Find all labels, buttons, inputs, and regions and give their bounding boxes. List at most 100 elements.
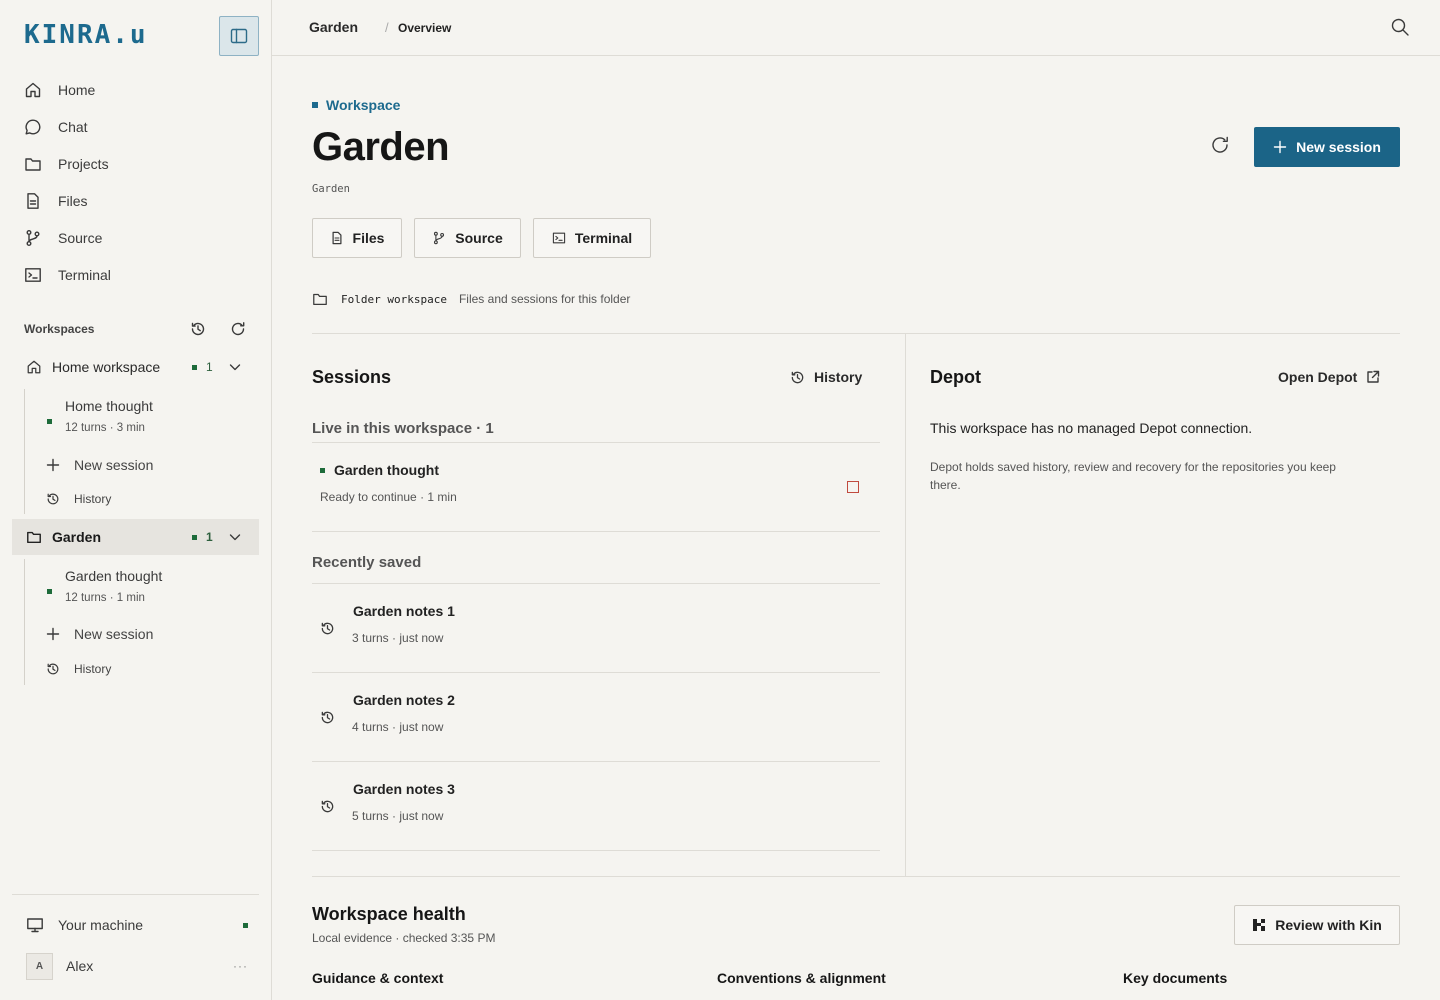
nav-item-projects[interactable]: Projects xyxy=(24,145,256,182)
live-count: 1 xyxy=(206,360,213,374)
nav-label: Chat xyxy=(58,118,88,135)
divider xyxy=(312,876,1400,877)
history-label: History xyxy=(814,369,863,385)
collapse-sidebar-button[interactable] xyxy=(219,16,259,56)
plus-icon xyxy=(1273,140,1296,154)
terminal-icon xyxy=(24,266,58,284)
history-icon xyxy=(46,492,60,506)
files-button[interactable]: Files xyxy=(312,218,402,258)
live-count: 1 xyxy=(206,530,213,544)
live-session-title-row: Garden thought xyxy=(320,462,439,478)
topbar: Garden / Overview xyxy=(272,0,1440,56)
live-indicator xyxy=(192,364,197,370)
refresh-icon[interactable] xyxy=(228,319,248,339)
history-icon xyxy=(46,662,60,676)
refresh-icon[interactable] xyxy=(1210,135,1234,159)
depot-description: Depot holds saved history, review and re… xyxy=(930,460,1336,492)
sidebar-new-session[interactable]: New session xyxy=(46,624,153,644)
file-icon xyxy=(24,192,58,210)
machine-status[interactable]: Your machine xyxy=(26,914,248,936)
chevron-down-icon[interactable] xyxy=(228,360,242,374)
source-button[interactable]: Source xyxy=(414,218,521,258)
nav-item-terminal[interactable]: Terminal xyxy=(24,256,256,293)
column-divider xyxy=(905,333,906,876)
new-session-button[interactable]: New session xyxy=(1254,127,1400,167)
sidebar-history[interactable]: History xyxy=(46,659,111,679)
nav-item-source[interactable]: Source xyxy=(24,219,256,256)
workspace-name: Home workspace xyxy=(52,359,161,375)
folder-icon xyxy=(24,155,58,173)
review-label: Review with Kin xyxy=(1275,917,1382,933)
breadcrumb-current: Overview xyxy=(398,21,452,35)
folder-icon xyxy=(312,291,328,307)
workspace-garden[interactable]: Garden 1 xyxy=(12,519,259,555)
nav-item-files[interactable]: Files xyxy=(24,182,256,219)
open-depot-link[interactable]: Open Depot xyxy=(1278,369,1380,385)
terminal-button[interactable]: Terminal xyxy=(533,218,651,258)
workspace-home[interactable]: Home workspace 1 xyxy=(12,349,259,385)
terminal-icon xyxy=(552,231,575,245)
saved-session-title: Garden notes 1 xyxy=(353,603,455,619)
user-name: Alex xyxy=(66,958,94,974)
session-meta: 12 turns · 3 min xyxy=(65,422,145,434)
live-heading: Live in this workspace · 1 xyxy=(312,420,494,437)
review-with-kin-button[interactable]: Review with Kin xyxy=(1234,905,1400,945)
more-options-icon[interactable]: ··· xyxy=(233,959,248,973)
stop-session-button[interactable] xyxy=(847,481,859,493)
saved-session-title: Garden notes 2 xyxy=(353,692,455,708)
sidebar-session-garden-thought[interactable]: Garden thought 12 turns · 1 min xyxy=(40,568,240,608)
health-title: Workspace health xyxy=(312,904,466,924)
plus-icon xyxy=(46,627,60,641)
machine-label: Your machine xyxy=(58,917,144,933)
history-label: History xyxy=(74,492,112,506)
saved-heading: Recently saved xyxy=(312,554,422,571)
breadcrumb-root[interactable]: Garden xyxy=(309,19,358,35)
workspaces-header: Workspaces xyxy=(24,318,248,340)
saved-session-row[interactable]: Garden notes 2 4 turns · just now xyxy=(312,673,880,762)
sidebar-new-session[interactable]: New session xyxy=(46,455,153,475)
online-indicator xyxy=(243,922,248,928)
sidebar: KINRA.u Home Chat Projects Files Source xyxy=(0,0,272,1000)
divider xyxy=(312,333,1400,334)
file-icon xyxy=(330,231,353,245)
search-icon[interactable] xyxy=(1390,17,1414,41)
history-icon xyxy=(320,710,335,725)
saved-session-meta: 4 turns · just now xyxy=(352,720,444,734)
saved-session-row[interactable]: Garden notes 1 3 turns · just now xyxy=(312,584,880,673)
nav-item-home[interactable]: Home xyxy=(24,71,256,108)
nav-label: Terminal xyxy=(58,266,111,283)
sessions-history-link[interactable]: History xyxy=(790,369,862,385)
kin-logo-icon xyxy=(1252,918,1275,932)
nav-label: Projects xyxy=(58,155,109,172)
tree-line xyxy=(24,559,25,685)
saved-session-row[interactable]: Garden notes 3 5 turns · just now xyxy=(312,762,880,851)
source-label: Source xyxy=(455,230,503,246)
health-subtitle: Local evidence · checked 3:35 PM xyxy=(312,931,496,945)
nav-item-chat[interactable]: Chat xyxy=(24,108,256,145)
folder-label: Folder workspace xyxy=(341,292,447,306)
session-meta: 12 turns · 1 min xyxy=(65,592,145,604)
history-icon xyxy=(320,621,335,636)
app-logo[interactable]: KINRA.u xyxy=(24,22,148,48)
history-icon xyxy=(320,799,335,814)
page-subtitle: Garden xyxy=(312,183,350,195)
avatar: A xyxy=(26,952,53,980)
session-title: Home thought xyxy=(65,398,153,414)
chevron-down-icon[interactable] xyxy=(228,530,242,544)
plus-icon xyxy=(46,458,60,472)
terminal-label: Terminal xyxy=(574,230,633,246)
divider xyxy=(312,442,880,443)
health-column-documents: Key documents xyxy=(1123,970,1228,986)
live-indicator xyxy=(192,534,197,540)
sidebar-divider xyxy=(12,894,259,895)
live-session-meta: Ready to continue · 1 min xyxy=(320,490,457,504)
main-nav: Home Chat Projects Files Source Terminal xyxy=(24,71,256,293)
monitor-icon xyxy=(26,916,44,934)
home-icon xyxy=(26,359,42,375)
user-menu[interactable]: A Alex ··· xyxy=(26,952,248,980)
history-icon[interactable] xyxy=(188,319,208,339)
live-session-garden-thought[interactable]: Garden thought Ready to continue · 1 min xyxy=(312,450,880,532)
history-label: History xyxy=(74,662,112,676)
sidebar-session-home-thought[interactable]: Home thought 12 turns · 3 min xyxy=(40,398,240,438)
sidebar-history[interactable]: History xyxy=(46,489,111,509)
